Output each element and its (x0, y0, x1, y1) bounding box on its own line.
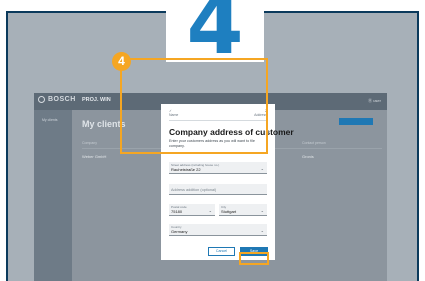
column-header-contact: Contact person (302, 141, 326, 145)
sidebar-item-my-clients[interactable]: My clients (42, 118, 58, 122)
street-address-value: Rauheistraße 22 (171, 167, 201, 172)
bosch-logo: BOSCH (38, 96, 76, 103)
address-addition-field[interactable]: Address addition (optional) (169, 184, 267, 195)
chevron-down-icon: ⌄ (260, 166, 264, 171)
address-addition-placeholder: Address addition (optional) (171, 187, 217, 192)
country-value: Germany (171, 229, 188, 234)
city-value: Stuttgart (221, 209, 237, 214)
sidebar: My clients (34, 110, 72, 281)
postal-code-value: 75180 (171, 209, 183, 214)
street-address-field[interactable]: Street address (including house no.) Rau… (169, 162, 267, 174)
chevron-down-icon: ⌄ (260, 228, 264, 233)
bosch-ring-icon (38, 96, 45, 103)
form-highlight-box (120, 58, 268, 154)
city-field[interactable]: City Stuttgart ⌄ (219, 204, 267, 216)
save-highlight-box (239, 252, 269, 265)
page-title: My clients (82, 119, 126, 129)
postal-code-field[interactable]: Postal code 75180 ⌄ (169, 204, 215, 216)
column-header-company: Company (82, 141, 97, 145)
add-client-button[interactable] (339, 118, 373, 125)
country-select[interactable]: Country Germany ⌄ (169, 224, 267, 236)
user-menu[interactable]: Ⓡ user (368, 98, 381, 104)
step-number: 4 (186, 0, 244, 73)
chevron-down-icon: ⌄ (260, 208, 264, 213)
chevron-down-icon: ⌄ (208, 208, 212, 213)
cancel-button[interactable]: Cancel (208, 247, 235, 256)
app-name: PROJ. WIN (82, 97, 111, 103)
table-cell-contact: Gronis (302, 154, 314, 159)
step-badge: 4 (112, 52, 131, 71)
table-cell-company: Weber GmbH (82, 154, 107, 159)
brand-name: BOSCH (48, 96, 76, 103)
